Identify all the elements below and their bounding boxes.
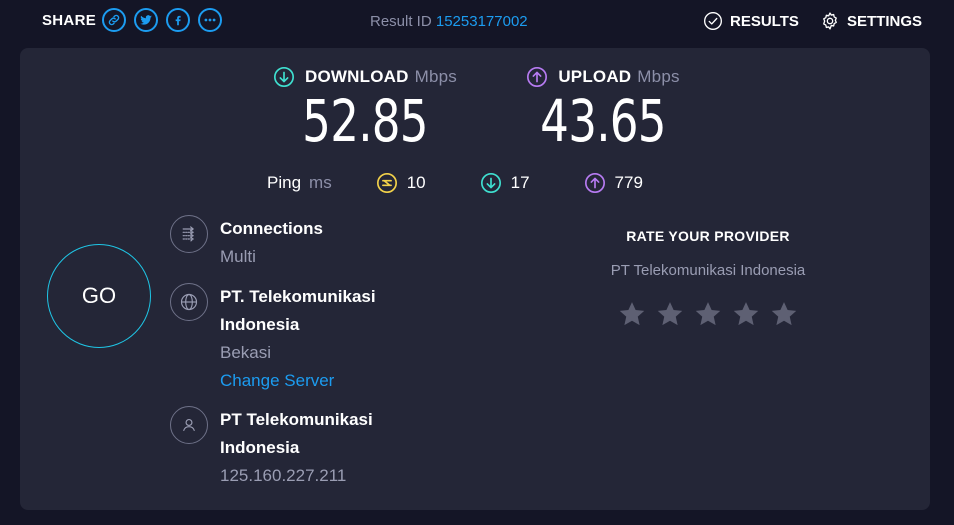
go-button[interactable]: GO xyxy=(47,244,151,348)
rate-provider: RATE YOUR PROVIDER PT Telekomunikasi Ind… xyxy=(593,228,823,329)
isp-title: PT Telekomunikasi Indonesia xyxy=(220,410,373,457)
ping-upload: 779 xyxy=(584,172,643,194)
server-title: PT. Telekomunikasi Indonesia xyxy=(220,287,376,334)
server-block: PT. Telekomunikasi Indonesia Bekasi Chan… xyxy=(170,283,420,395)
ping-download: 17 xyxy=(480,172,530,194)
facebook-icon[interactable] xyxy=(166,8,191,32)
download-metric: DOWNLOAD Mbps 52.85 xyxy=(250,66,480,156)
results-label: RESULTS xyxy=(730,12,799,30)
ping-label: Ping xyxy=(267,173,302,192)
ping-idle: 10 xyxy=(376,172,426,194)
settings-button[interactable]: SETTINGS xyxy=(820,11,922,31)
result-id-link[interactable]: 15253177002 xyxy=(436,13,528,30)
link-icon[interactable] xyxy=(102,8,127,32)
star-icon[interactable] xyxy=(693,299,723,329)
star-icon[interactable] xyxy=(769,299,799,329)
upload-latency-icon xyxy=(584,173,605,193)
upload-header: UPLOAD Mbps xyxy=(508,66,698,88)
download-value: 52.85 xyxy=(302,87,428,155)
twitter-icon[interactable] xyxy=(134,8,159,32)
upload-unit: Mbps xyxy=(637,67,680,86)
change-server-link[interactable]: Change Server xyxy=(220,367,420,395)
ping-unit: ms xyxy=(309,173,332,192)
globe-icon xyxy=(170,283,208,321)
download-unit: Mbps xyxy=(414,67,457,86)
ping-idle-value: 10 xyxy=(406,173,426,192)
upload-label: UPLOAD xyxy=(558,67,632,86)
result-id-label: Result ID xyxy=(370,13,432,30)
ping-upload-value: 779 xyxy=(614,173,643,192)
result-id: Result ID 15253177002 xyxy=(370,13,528,30)
server-location: Bekasi xyxy=(220,343,272,362)
isp-block: PT Telekomunikasi Indonesia 125.160.227.… xyxy=(170,406,420,490)
upload-arrow-icon xyxy=(527,67,548,87)
star-rating xyxy=(593,299,823,329)
download-latency-icon xyxy=(480,173,501,193)
gear-icon xyxy=(823,12,837,30)
isp-ip: 125.160.227.211 xyxy=(220,466,347,485)
upload-value: 43.65 xyxy=(540,87,666,155)
rate-provider-name: PT Telekomunikasi Indonesia xyxy=(610,262,806,279)
results-panel: DOWNLOAD Mbps 52.85 UPLOAD Mbps 43.65 Pi… xyxy=(20,48,930,510)
star-icon[interactable] xyxy=(655,299,685,329)
connections-block: Connections Multi xyxy=(170,215,420,271)
idle-latency-icon xyxy=(376,173,397,193)
check-circle-icon xyxy=(704,12,722,30)
rate-title: RATE YOUR PROVIDER xyxy=(626,228,790,244)
download-label: DOWNLOAD xyxy=(305,67,409,86)
settings-label: SETTINGS xyxy=(847,12,923,30)
download-arrow-icon xyxy=(274,67,295,87)
star-icon[interactable] xyxy=(731,299,761,329)
star-icon[interactable] xyxy=(617,299,647,329)
download-header: DOWNLOAD Mbps xyxy=(250,66,480,88)
user-icon xyxy=(170,406,208,444)
connections-icon xyxy=(170,215,208,253)
connections-value: Multi xyxy=(220,247,256,266)
more-icon[interactable] xyxy=(198,8,223,32)
connections-title: Connections xyxy=(220,219,323,238)
share-group: SHARE xyxy=(42,8,230,32)
results-button[interactable]: RESULTS xyxy=(703,11,799,31)
top-bar: SHARE Result ID 15253177002 RESULTS SETT… xyxy=(0,0,954,44)
share-label: SHARE xyxy=(42,11,97,29)
upload-metric: UPLOAD Mbps 43.65 xyxy=(508,66,698,156)
ping-download-value: 17 xyxy=(510,173,530,192)
ping-row: Ping ms 10 17 779 xyxy=(267,172,697,194)
